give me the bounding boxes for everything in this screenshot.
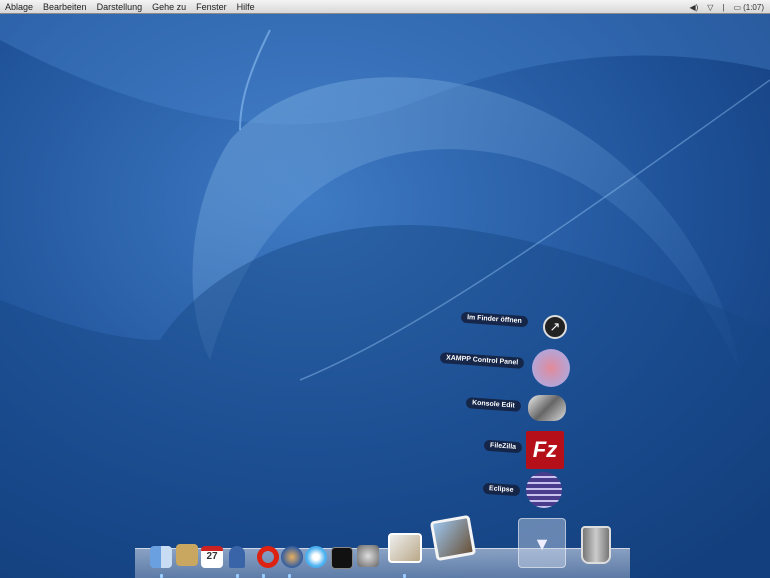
dock-iphoto[interactable] [429,514,477,562]
desktop-wallpaper [0,0,770,578]
running-indicator [160,574,163,578]
running-indicator [403,574,406,578]
battery-time[interactable]: (1:07) [743,3,764,12]
battery-icon[interactable]: ▭ [734,3,742,12]
dock-ical[interactable]: 27 [201,546,223,568]
filezilla-icon[interactable]: Fz [526,431,564,469]
running-indicator [236,574,239,578]
arrow-icon[interactable]: ↗ [543,315,567,339]
separator: | [722,2,725,12]
dock-finder[interactable] [150,546,172,568]
running-indicator [262,574,265,578]
konsole-icon[interactable] [528,395,566,421]
dock-itunes[interactable] [305,546,327,568]
dock-thunderbird[interactable] [281,546,303,568]
menu-ablage[interactable]: Ablage [0,0,38,14]
xampp-icon[interactable] [532,349,570,387]
eclipse-icon[interactable] [526,472,562,508]
running-indicator [288,574,291,578]
dock-opera[interactable] [257,546,279,568]
dock-address-book[interactable] [229,546,245,568]
dock-trash[interactable] [581,526,611,564]
menu-fenster[interactable]: Fenster [191,0,232,14]
menu-hilfe[interactable]: Hilfe [232,0,260,14]
dock-system-preferences[interactable] [357,545,379,567]
dock-mail[interactable] [176,544,198,566]
menu-bearbeiten[interactable]: Bearbeiten [38,0,92,14]
menu-darstellung[interactable]: Darstellung [92,0,148,14]
wifi-icon[interactable]: ▽ [707,3,713,12]
speaker-icon[interactable]: ◀) [689,3,698,12]
menu-gehe-zu[interactable]: Gehe zu [147,0,191,14]
dock-stack-open[interactable]: ▼ [518,518,566,568]
dock-terminal[interactable] [331,547,353,569]
menu-bar: Ablage Bearbeiten Darstellung Gehe zu Fe… [0,0,770,14]
dock-preview[interactable] [388,533,422,563]
